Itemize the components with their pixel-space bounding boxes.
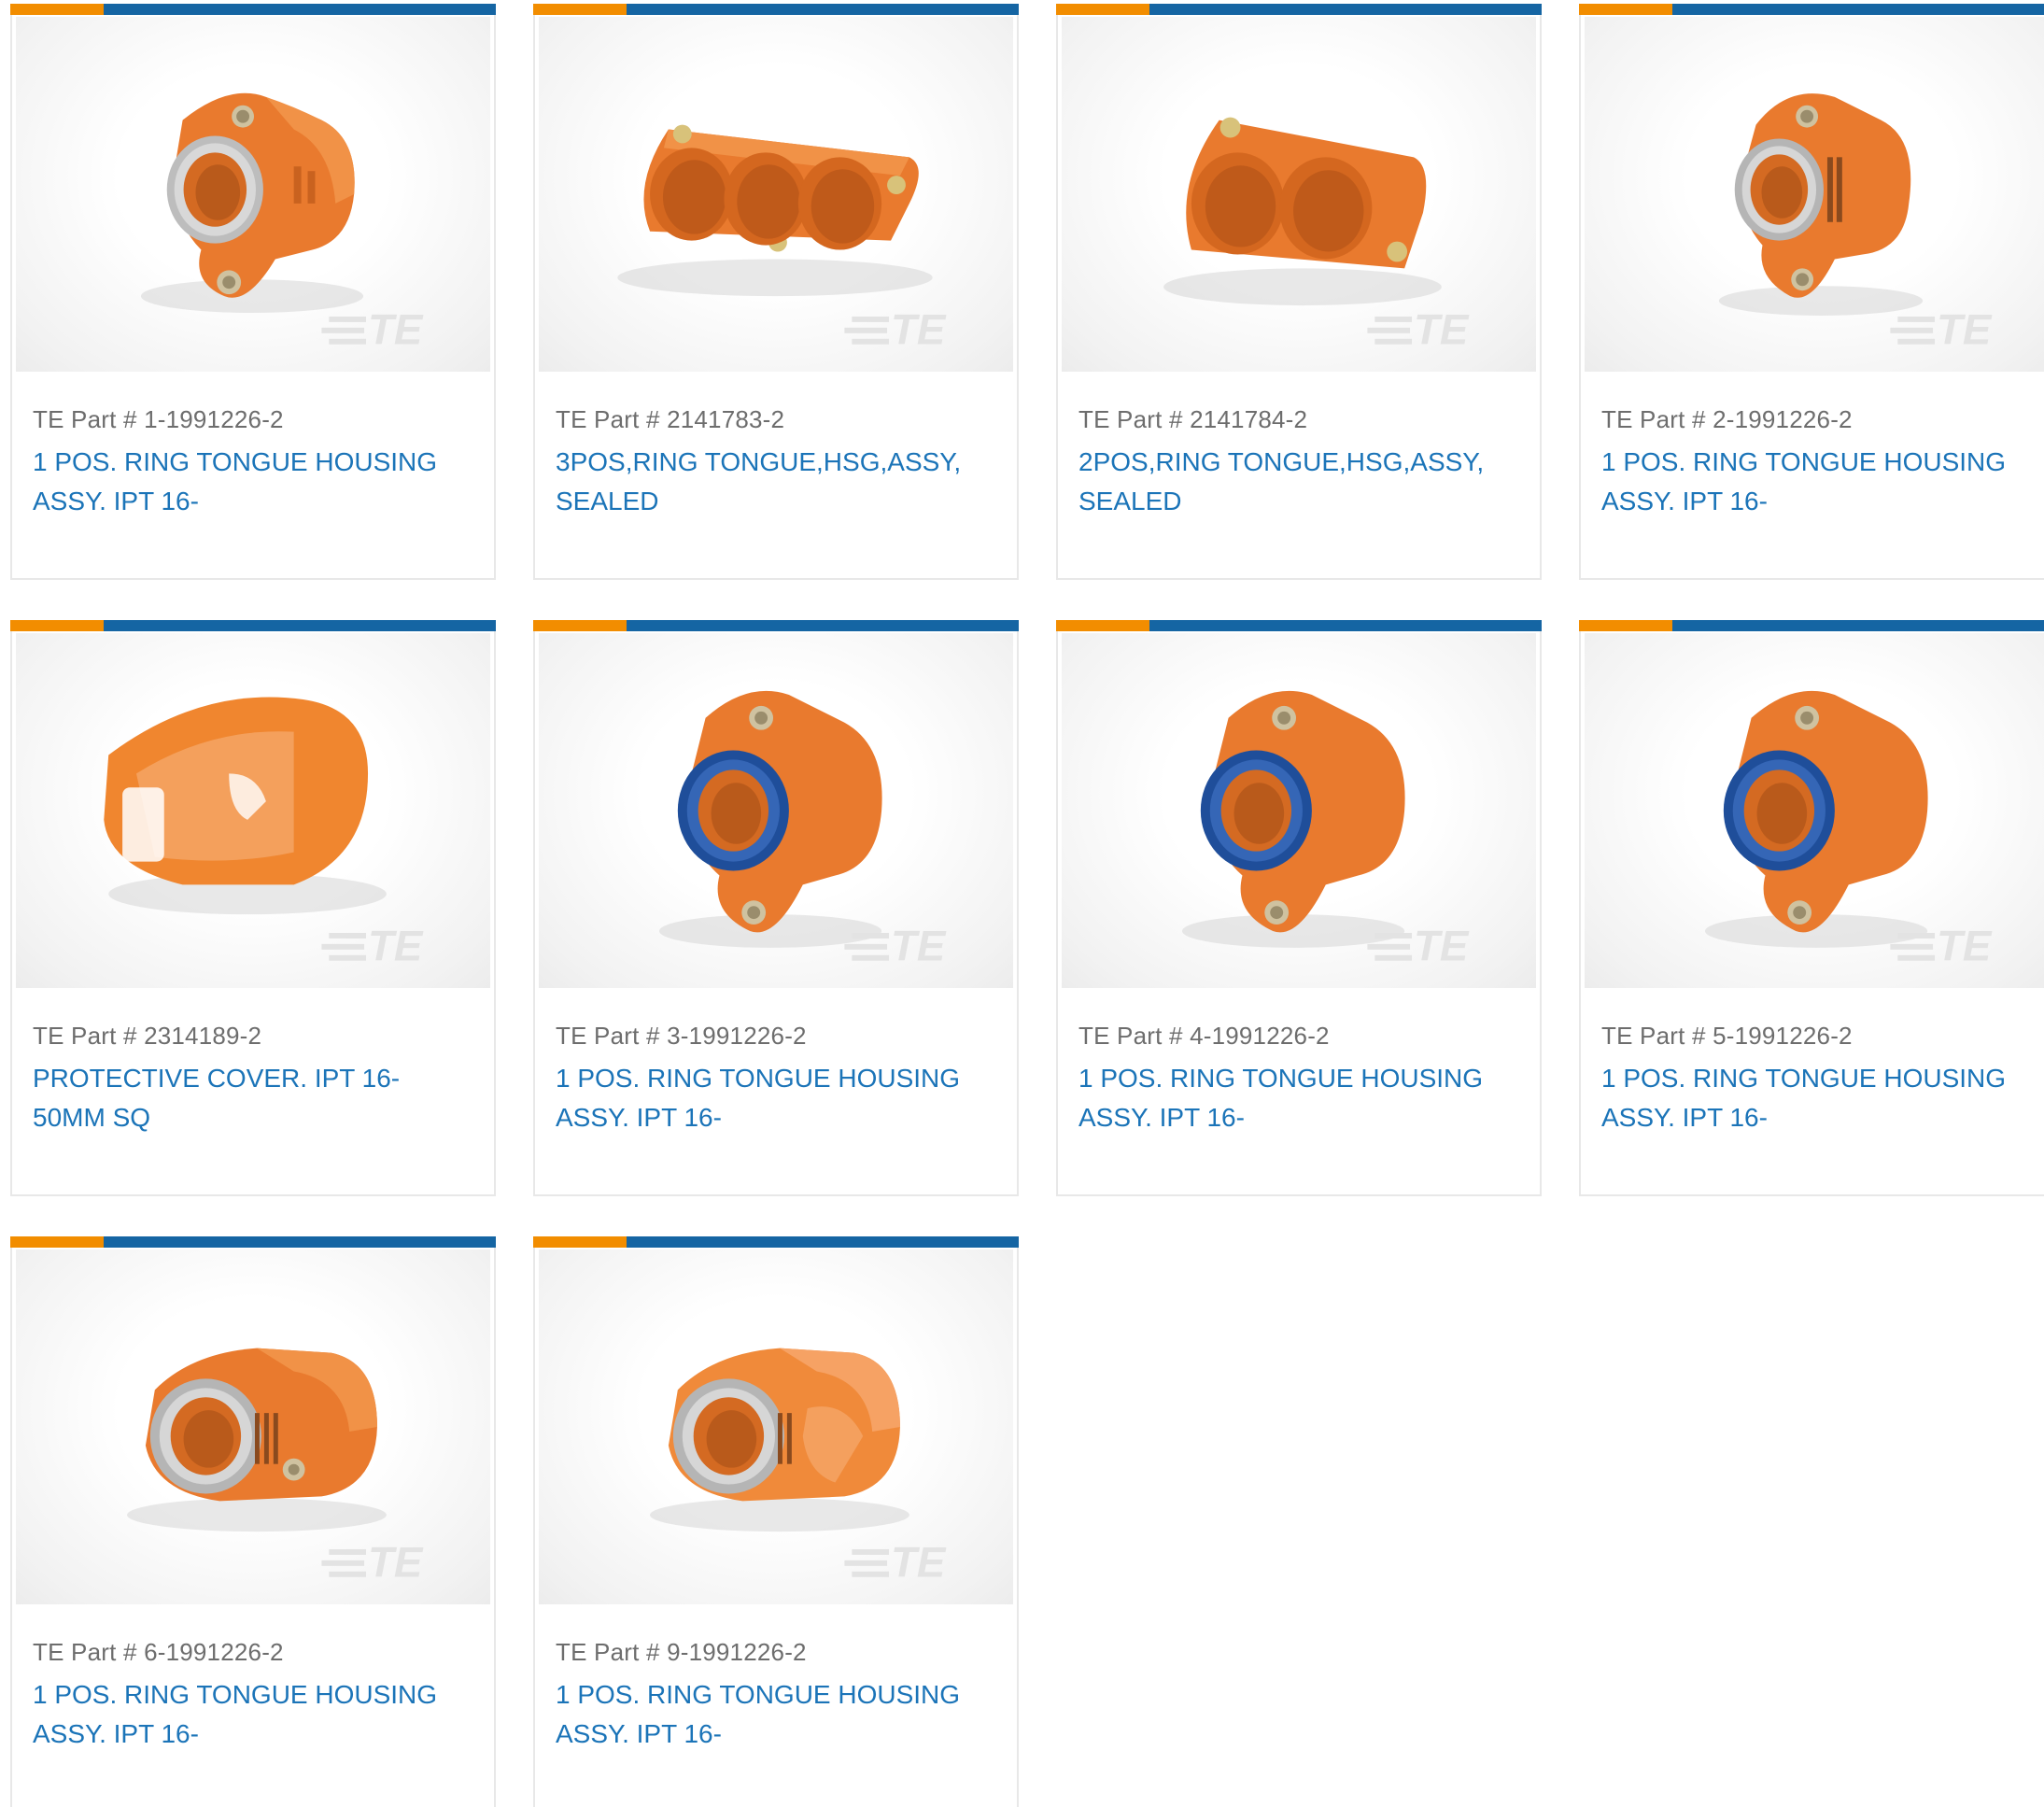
product-card[interactable]: TE TE Part # 2141784-2 2POS,RING TONGUE,…	[1056, 4, 1542, 580]
product-description-link[interactable]: PROTECTIVE COVER. IPT 16-50MM SQ	[33, 1059, 472, 1137]
product-image[interactable]: TE	[1585, 17, 2044, 372]
part-number: TE Part # 4-1991226-2	[1078, 1022, 1330, 1050]
product-card[interactable]: TE TE Part # 2314189-2 PROTECTIVE COVER.…	[10, 620, 496, 1196]
product-description-link[interactable]: 1 POS. RING TONGUE HOUSING ASSY. IPT 16-	[1601, 443, 2040, 521]
product-card[interactable]: TE TE Part # 5-1991226-2 1 POS. RING TON…	[1579, 620, 2044, 1196]
product-card[interactable]: TE TE Part # 9-1991226-2 1 POS. RING TON…	[533, 1236, 1019, 1807]
svg-text:TE: TE	[891, 306, 947, 354]
product-description-link[interactable]: 3POS,RING TONGUE,HSG,ASSY, SEALED	[556, 443, 994, 521]
part-number: TE Part # 2314189-2	[33, 1022, 262, 1050]
product-image[interactable]: TE	[539, 633, 1013, 988]
product-image[interactable]: TE	[539, 17, 1013, 372]
product-card[interactable]: TE TE Part # 3-1991226-2 1 POS. RING TON…	[533, 620, 1019, 1196]
product-card[interactable]: TE TE Part # 4-1991226-2 1 POS. RING TON…	[1056, 620, 1542, 1196]
product-image[interactable]: TE	[1585, 633, 2044, 988]
product-image[interactable]: TE	[1062, 17, 1536, 372]
product-image[interactable]: TE	[1062, 633, 1536, 988]
svg-text:TE: TE	[891, 1539, 947, 1587]
svg-text:TE: TE	[1414, 306, 1470, 354]
product-card[interactable]: TE TE Part # 2-1991226-2 1 POS. RING TON…	[1579, 4, 2044, 580]
product-card[interactable]: TE TE Part # 2141783-2 3POS,RING TONGUE,…	[533, 4, 1019, 580]
product-image[interactable]: TE	[16, 1249, 490, 1604]
svg-text:TE: TE	[368, 306, 424, 354]
card-accent-bar	[10, 1236, 496, 1248]
card-accent-bar	[1056, 620, 1542, 631]
svg-text:TE: TE	[1414, 923, 1470, 970]
product-description-link[interactable]: 1 POS. RING TONGUE HOUSING ASSY. IPT 16-	[33, 443, 472, 521]
product-card[interactable]: TE TE Part # 6-1991226-2 1 POS. RING TON…	[10, 1236, 496, 1807]
product-grid: TE TE Part # 1-1991226-2 1 POS. RING TON…	[10, 4, 2044, 1807]
svg-text:TE: TE	[1937, 923, 1993, 970]
product-description-link[interactable]: 1 POS. RING TONGUE HOUSING ASSY. IPT 16-	[1601, 1059, 2040, 1137]
product-description-link[interactable]: 1 POS. RING TONGUE HOUSING ASSY. IPT 16-	[556, 1059, 994, 1137]
svg-text:TE: TE	[1937, 306, 1993, 354]
product-image[interactable]: TE	[16, 17, 490, 372]
part-number: TE Part # 5-1991226-2	[1601, 1022, 1853, 1050]
svg-text:TE: TE	[368, 923, 424, 970]
card-accent-bar	[1579, 4, 2044, 15]
part-number: TE Part # 1-1991226-2	[33, 405, 284, 433]
card-accent-bar	[533, 1236, 1019, 1248]
part-number: TE Part # 2141784-2	[1078, 405, 1308, 433]
part-number: TE Part # 2-1991226-2	[1601, 405, 1853, 433]
card-accent-bar	[533, 4, 1019, 15]
part-number: TE Part # 6-1991226-2	[33, 1638, 284, 1666]
product-image[interactable]: TE	[16, 633, 490, 988]
product-description-link[interactable]: 1 POS. RING TONGUE HOUSING ASSY. IPT 16-	[556, 1675, 994, 1754]
product-description-link[interactable]: 2POS,RING TONGUE,HSG,ASSY, SEALED	[1078, 443, 1517, 521]
card-accent-bar	[10, 620, 496, 631]
svg-text:TE: TE	[368, 1539, 424, 1587]
part-number: TE Part # 3-1991226-2	[556, 1022, 807, 1050]
card-accent-bar	[1579, 620, 2044, 631]
part-number: TE Part # 9-1991226-2	[556, 1638, 807, 1666]
product-description-link[interactable]: 1 POS. RING TONGUE HOUSING ASSY. IPT 16-	[1078, 1059, 1517, 1137]
product-description-link[interactable]: 1 POS. RING TONGUE HOUSING ASSY. IPT 16-	[33, 1675, 472, 1754]
card-accent-bar	[10, 4, 496, 15]
card-accent-bar	[533, 620, 1019, 631]
part-number: TE Part # 2141783-2	[556, 405, 785, 433]
product-image[interactable]: TE	[539, 1249, 1013, 1604]
svg-text:TE: TE	[891, 923, 947, 970]
card-accent-bar	[1056, 4, 1542, 15]
product-card[interactable]: TE TE Part # 1-1991226-2 1 POS. RING TON…	[10, 4, 496, 580]
